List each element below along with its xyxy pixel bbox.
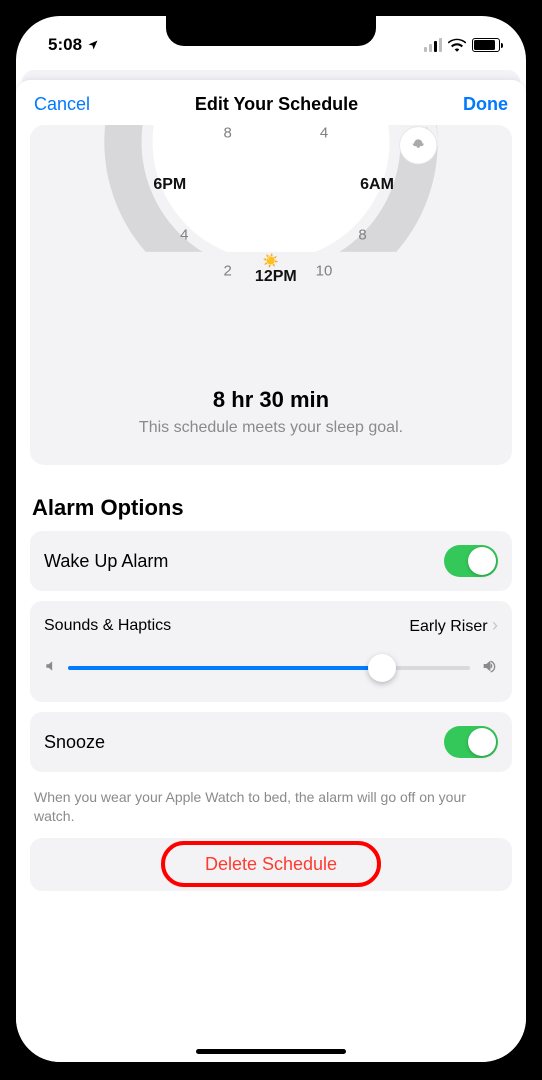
- dial-6am: 6AM: [360, 176, 394, 194]
- sleep-goal-text: This schedule meets your sleep goal.: [30, 419, 512, 437]
- volume-slider[interactable]: [68, 654, 470, 682]
- done-button[interactable]: Done: [463, 94, 508, 115]
- dial-hour-4: 4: [320, 125, 328, 142]
- modal-sheet: Cancel Edit Your Schedule Done: [16, 80, 526, 1062]
- home-indicator[interactable]: [196, 1049, 346, 1054]
- sounds-haptics-value: Early Riser: [409, 618, 487, 635]
- delete-schedule-button[interactable]: Delete Schedule: [30, 838, 512, 891]
- dial-hour-8b: 8: [358, 227, 366, 244]
- cancel-button[interactable]: Cancel: [34, 94, 90, 115]
- schedule-dial-card: 8 4 6PM 6AM 4 8 2 12PM 10 ☀️ 8 hr 30 min…: [30, 125, 512, 465]
- sleep-duration: 8 hr 30 min: [30, 387, 512, 413]
- sounds-haptics-block: Sounds & Haptics Early Riser ›: [30, 601, 512, 702]
- wake-up-alarm-toggle[interactable]: [444, 545, 498, 577]
- status-time: 5:08: [48, 35, 82, 55]
- page-title: Edit Your Schedule: [195, 94, 358, 115]
- sleep-dial[interactable]: 8 4 6PM 6AM 4 8 2 12PM 10 ☀️: [30, 125, 512, 345]
- dial-hour-4b: 4: [180, 227, 188, 244]
- sounds-haptics-label: Sounds & Haptics: [44, 617, 171, 635]
- volume-low-icon: [44, 659, 58, 677]
- snooze-toggle[interactable]: [444, 726, 498, 758]
- snooze-label: Snooze: [44, 732, 105, 753]
- dial-6pm: 6PM: [153, 176, 186, 194]
- location-icon: [87, 39, 99, 51]
- nav-bar: Cancel Edit Your Schedule Done: [16, 80, 526, 125]
- watch-footnote: When you wear your Apple Watch to bed, t…: [30, 782, 512, 838]
- delete-schedule-label: Delete Schedule: [205, 854, 337, 875]
- snooze-row[interactable]: Snooze: [30, 712, 512, 772]
- wake-up-alarm-row[interactable]: Wake Up Alarm: [30, 531, 512, 591]
- sun-icon: ☀️: [263, 253, 279, 269]
- dial-12pm: 12PM: [255, 268, 297, 286]
- volume-high-icon: [480, 658, 498, 678]
- dial-hour-2: 2: [223, 263, 231, 280]
- notch: [166, 16, 376, 46]
- sounds-haptics-row[interactable]: Sounds & Haptics Early Riser ›: [44, 615, 498, 636]
- cellular-icon: [424, 38, 442, 52]
- battery-icon: [472, 38, 500, 52]
- dial-hour-8: 8: [223, 125, 231, 142]
- wifi-icon: [448, 38, 466, 52]
- chevron-right-icon: ›: [492, 615, 498, 635]
- alarm-options-heading: Alarm Options: [32, 495, 510, 521]
- dial-hour-10: 10: [316, 263, 333, 280]
- wake-up-alarm-label: Wake Up Alarm: [44, 551, 168, 572]
